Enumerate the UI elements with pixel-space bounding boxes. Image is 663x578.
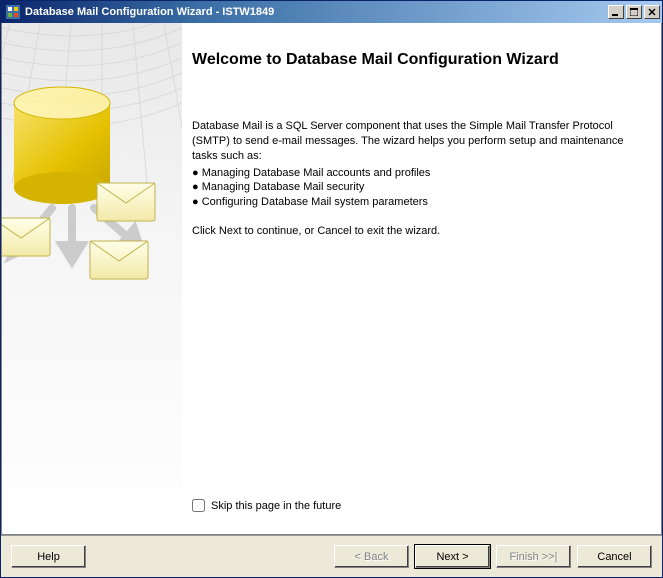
finish-button: Finish >>| (496, 545, 571, 568)
continue-text: Click Next to continue, or Cancel to exi… (192, 224, 637, 239)
list-item: Configuring Database Mail system paramet… (192, 195, 637, 210)
titlebar: Database Mail Configuration Wizard - IST… (1, 1, 662, 23)
app-icon (5, 4, 21, 20)
maximize-button[interactable] (626, 5, 642, 19)
wizard-side-graphic (2, 23, 182, 534)
minimize-button[interactable] (608, 5, 624, 19)
window-controls (608, 5, 660, 19)
page-heading: Welcome to Database Mail Configuration W… (192, 51, 637, 69)
close-button[interactable] (644, 5, 660, 19)
button-bar: Help < Back Next > Finish >>| Cancel (1, 535, 662, 577)
skip-page-label: Skip this page in the future (211, 500, 341, 512)
intro-text: Database Mail is a SQL Server component … (192, 119, 637, 164)
list-item: Managing Database Mail accounts and prof… (192, 166, 637, 181)
content-area: Welcome to Database Mail Configuration W… (1, 23, 662, 535)
list-item: Managing Database Mail security (192, 180, 637, 195)
wizard-window: Database Mail Configuration Wizard - IST… (0, 0, 663, 578)
help-button[interactable]: Help (11, 545, 86, 568)
skip-page-row[interactable]: Skip this page in the future (192, 499, 637, 512)
window-title: Database Mail Configuration Wizard - IST… (25, 6, 608, 18)
feature-list: Managing Database Mail accounts and prof… (192, 166, 637, 211)
next-button[interactable]: Next > (415, 545, 490, 568)
back-button: < Back (334, 545, 409, 568)
main-panel: Welcome to Database Mail Configuration W… (182, 23, 661, 534)
skip-page-checkbox[interactable] (192, 499, 205, 512)
cancel-button[interactable]: Cancel (577, 545, 652, 568)
database-icon (14, 87, 110, 204)
